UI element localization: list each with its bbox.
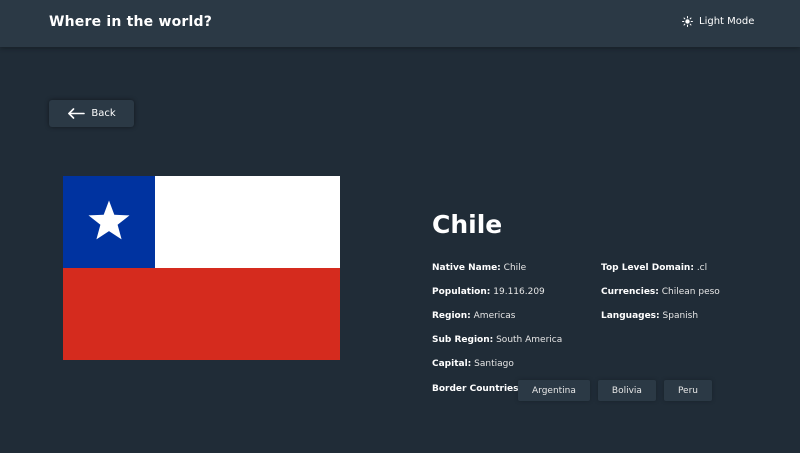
population-row: Population: 19.116.209 [432,287,545,297]
top-header: Where in the world? Light Mode [0,0,800,47]
population-value: 19.116.209 [493,287,545,297]
region-row: Region: Americas [432,311,515,321]
border-countries-list: Argentina Bolivia Peru [518,380,712,401]
border-countries-label: Border Countries: [432,384,523,394]
native-name-value: Chile [503,263,527,273]
languages-label: Languages: [601,311,660,321]
border-country-button-peru[interactable]: Peru [663,380,712,401]
currencies-row: Currencies: Chilean peso [601,287,720,297]
population-label: Population: [432,287,491,297]
capital-label: Capital: [432,359,472,369]
capital-value: Santiago [474,359,514,369]
country-flag-image [63,176,340,360]
back-button-label: Back [91,108,116,119]
native-name-row: Native Name: Chile [432,263,526,273]
border-country-button-bolivia[interactable]: Bolivia [597,380,656,401]
country-name-heading: Chile [432,210,503,239]
sub-region-label: Sub Region: [432,335,494,345]
back-button[interactable]: Back [49,100,134,127]
languages-row: Languages: Spanish [601,311,698,321]
region-value: Americas [473,311,516,321]
native-name-label: Native Name: [432,263,501,273]
languages-value: Spanish [662,311,699,321]
border-country-button-argentina[interactable]: Argentina [518,380,590,401]
top-level-domain-value: .cl [696,263,708,273]
top-level-domain-row: Top Level Domain: .cl [601,263,707,273]
flag-red-band [63,268,340,360]
top-level-domain-label: Top Level Domain: [601,263,694,273]
theme-toggle-label: Light Mode [699,16,755,27]
arrow-left-icon [67,108,86,119]
sub-region-row: Sub Region: South America [432,335,562,345]
theme-toggle-button[interactable]: Light Mode [682,16,754,27]
capital-row: Capital: Santiago [432,359,514,369]
currencies-label: Currencies: [601,287,659,297]
sub-region-value: South America [496,335,563,345]
app-title: Where in the world? [49,14,213,30]
region-label: Region: [432,311,471,321]
sun-icon [682,16,693,27]
currencies-value: Chilean peso [661,287,720,297]
